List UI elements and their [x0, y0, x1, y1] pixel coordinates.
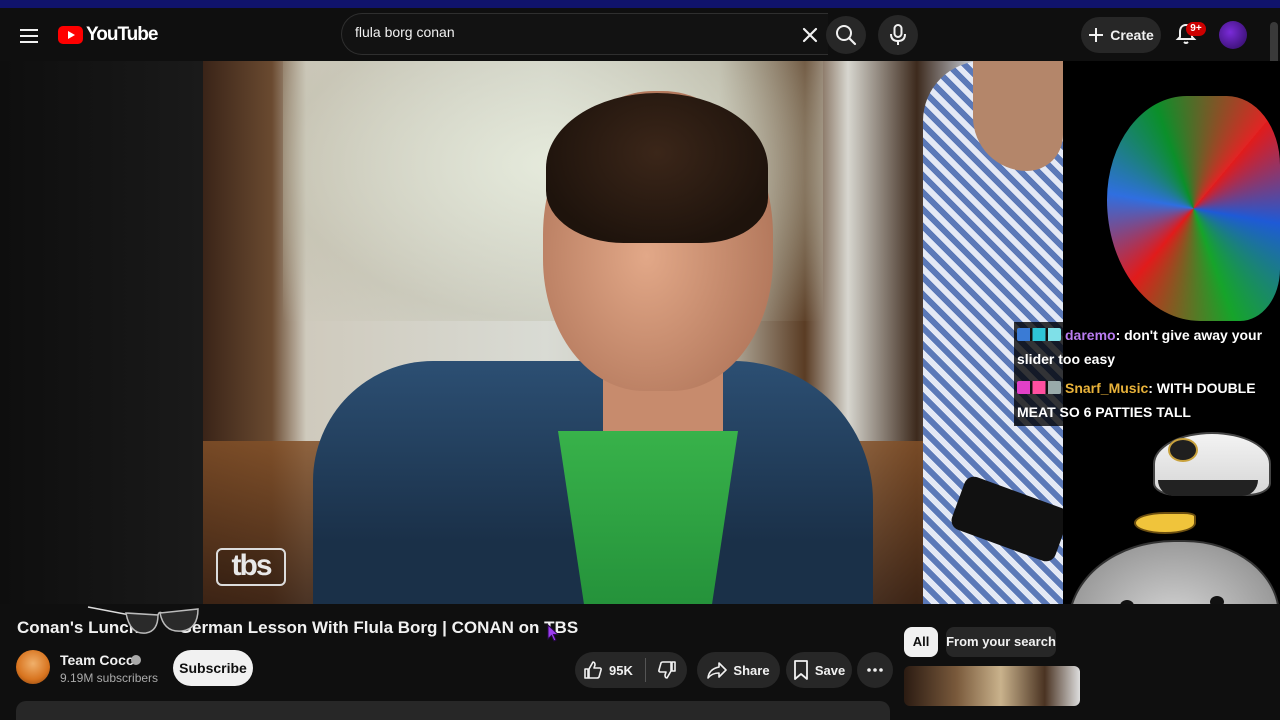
mouse-cursor-icon	[547, 624, 559, 642]
video-title-right: German Lesson With Flula Borg | CONAN on…	[178, 618, 579, 637]
share-button[interactable]: Share	[697, 652, 780, 688]
thumbs-down-icon	[657, 661, 676, 679]
like-button[interactable]: 95K	[575, 652, 645, 688]
search-box[interactable]	[341, 13, 828, 55]
create-label: Create	[1110, 27, 1154, 43]
dislike-button[interactable]	[646, 652, 687, 688]
channel-name[interactable]: Team Coco	[60, 652, 134, 668]
close-icon	[802, 27, 818, 43]
hat-badge	[1168, 438, 1198, 462]
chat-badges-icon	[1017, 328, 1061, 341]
video-frame[interactable]: tbs	[203, 61, 1063, 604]
verified-icon	[131, 655, 141, 665]
save-button[interactable]: Save	[786, 652, 852, 688]
chat-message: daremo: don't give away your slider too …	[1017, 323, 1279, 371]
person-hair	[546, 93, 768, 243]
description-box[interactable]	[16, 701, 890, 720]
search-input[interactable]	[355, 24, 785, 40]
menu-button[interactable]	[16, 23, 42, 49]
more-horizontal-icon	[867, 668, 883, 672]
save-label: Save	[814, 662, 846, 678]
chat-badges-icon	[1017, 381, 1061, 394]
clear-search-button[interactable]	[798, 23, 822, 47]
voice-search-button[interactable]	[878, 15, 918, 55]
hat-brim	[1158, 480, 1258, 496]
like-count: 95K	[609, 662, 633, 678]
top-accent-strip	[0, 0, 1280, 8]
thumbs-up-icon	[584, 661, 602, 679]
more-actions-button[interactable]	[857, 652, 893, 688]
microphone-icon	[890, 24, 906, 45]
channel-avatar[interactable]	[16, 650, 50, 684]
create-button[interactable]: Create	[1081, 17, 1161, 53]
tbs-watermark: tbs	[216, 548, 286, 586]
hamburger-icon	[20, 29, 38, 43]
chip-from-your-search[interactable]: From your search	[946, 627, 1056, 657]
search-button[interactable]	[826, 16, 866, 54]
logo-text: YouTube	[86, 24, 158, 45]
youtube-logo[interactable]: YouTube	[58, 24, 158, 46]
chat-username: daremo	[1065, 327, 1116, 343]
person-shirt	[558, 431, 738, 604]
account-avatar[interactable]	[1219, 21, 1247, 49]
play-logo-icon	[58, 26, 83, 44]
notification-badge: 9+	[1186, 22, 1206, 36]
chip-all[interactable]: All	[904, 627, 938, 657]
subscribe-button[interactable]: Subscribe	[173, 650, 253, 686]
sunglasses-overlay-icon	[87, 606, 199, 634]
search-icon	[836, 25, 857, 46]
plus-icon	[1089, 28, 1104, 42]
duck-beak-art	[1134, 512, 1196, 534]
subscriber-count: 9.19M subscribers	[60, 671, 159, 685]
share-label: Share	[733, 662, 770, 678]
chat-username: Snarf_Music	[1065, 380, 1149, 396]
bookmark-icon	[793, 660, 808, 680]
chat-message: Snarf_Music: WITH DOUBLE MEAT SO 6 PATTI…	[1017, 376, 1279, 424]
share-icon	[707, 662, 728, 679]
player-letterbox	[0, 61, 203, 604]
related-video-thumbnail[interactable]	[904, 666, 1080, 706]
